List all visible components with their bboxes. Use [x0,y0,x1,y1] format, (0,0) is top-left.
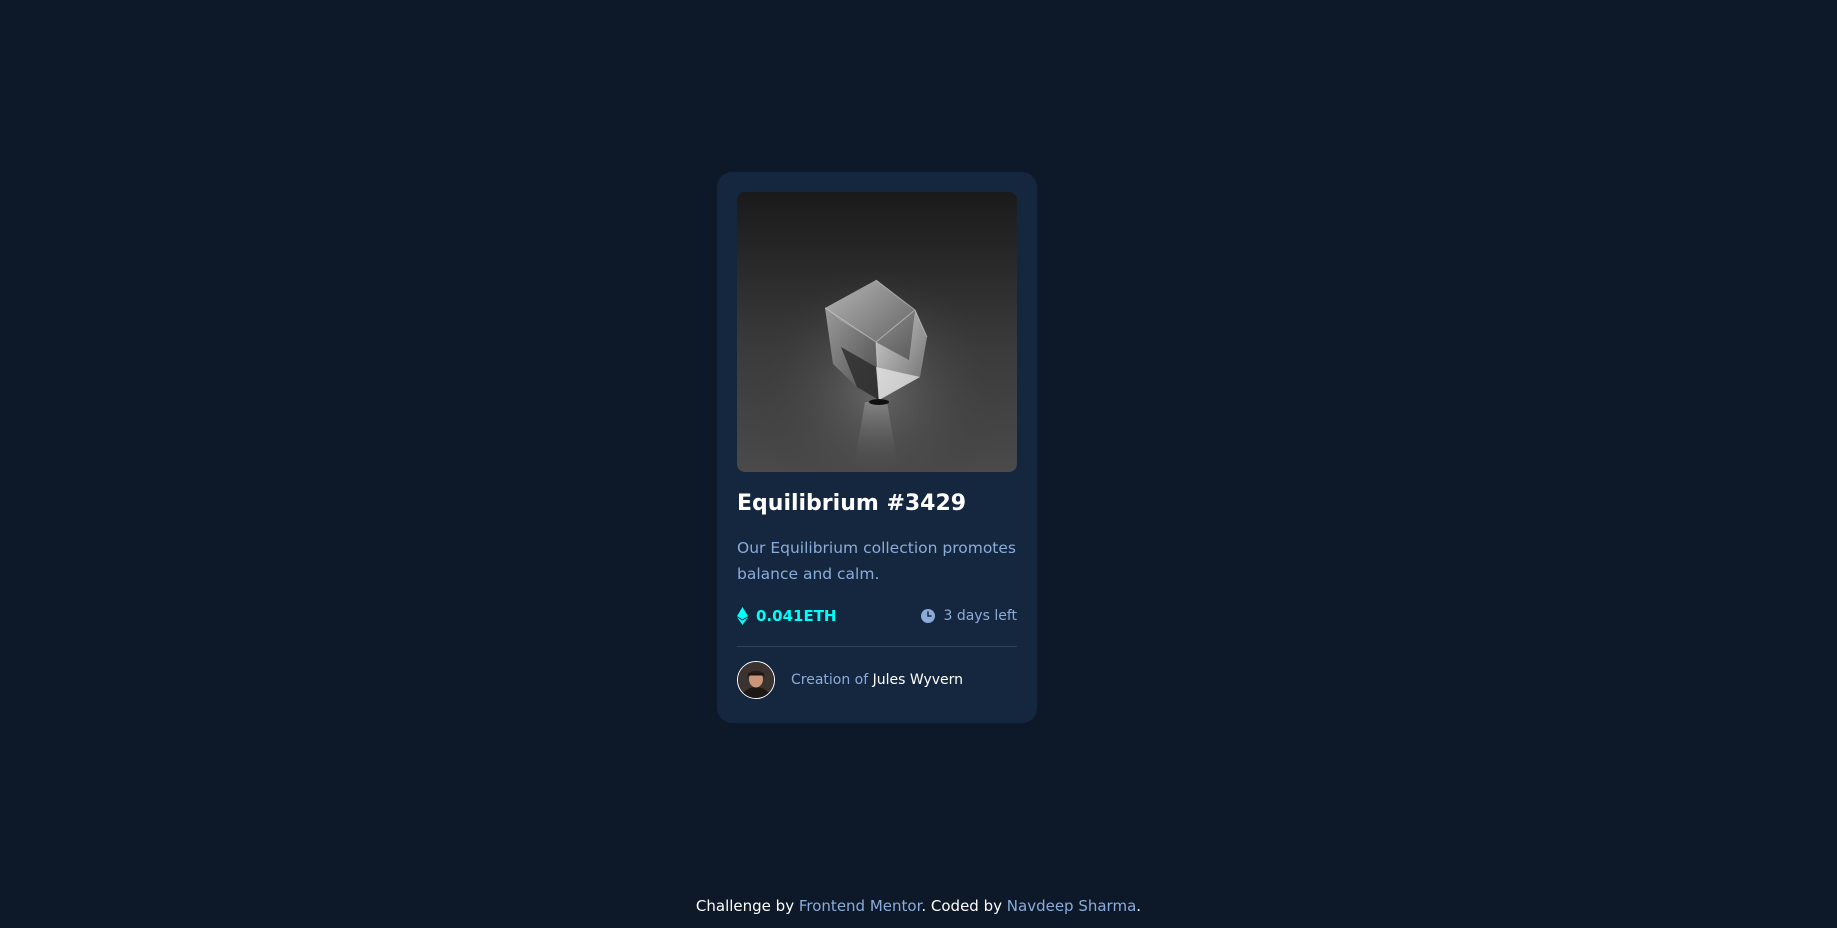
nft-card: Equilibrium #3429 Our Equilibrium collec… [717,172,1037,723]
time-left: 3 days left [921,608,1017,624]
creator-text: Creation of Jules Wyvern [791,672,963,688]
clock-icon [921,608,936,623]
frontend-mentor-link[interactable]: Frontend Mentor [799,897,922,915]
ethereum-icon [737,606,748,625]
footer-text-1: Challenge by [695,897,795,915]
page: Equilibrium #3429 Our Equilibrium collec… [0,0,1837,928]
author-link[interactable]: Navdeep Sharma [1007,897,1137,915]
creator-name-link[interactable]: Jules Wyvern [873,672,963,688]
price: 0.041ETH [737,606,837,625]
creator: Creation of Jules Wyvern [737,660,1017,699]
attribution-footer: Challenge by Frontend Mentor. Coded by N… [0,897,1837,915]
divider [737,645,1017,647]
equilibrium-image[interactable] [737,192,1017,472]
price-value: 0.041ETH [756,606,837,625]
nft-meta: 0.041ETH 3 days left [737,605,1017,627]
nft-description: Our Equilibrium collection promotes bala… [737,538,1016,583]
avatar-image [738,661,774,698]
footer-text-2: . Coded by [921,897,1002,915]
cube-artwork [737,192,1017,472]
avatar [737,660,775,699]
time-left-value: 3 days left [943,607,1017,624]
creator-prefix: Creation of [791,671,869,688]
nft-title[interactable]: Equilibrium #3429 [737,490,1017,519]
footer-text-3: . [1136,897,1142,915]
